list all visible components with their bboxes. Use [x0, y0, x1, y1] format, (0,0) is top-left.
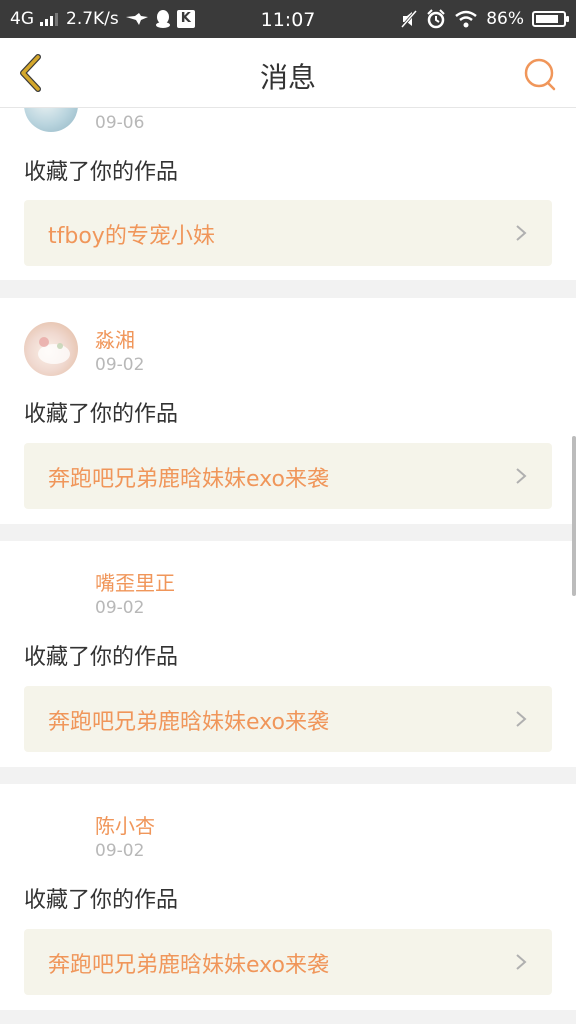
message-user[interactable]: 陈小杏 — [95, 810, 155, 839]
work-link[interactable]: 奔跑吧兄弟鹿晗妹妹exo来袭 — [24, 686, 552, 752]
message-action: 收藏了你的作品 — [24, 160, 179, 185]
message-card: 嘴歪里正 09-02 收藏了你的作品 奔跑吧兄弟鹿晗妹妹exo来袭 — [0, 541, 576, 767]
chevron-right-icon — [516, 225, 527, 241]
message-card: 淼湘 09-02 收藏了你的作品 奔跑吧兄弟鹿晗妹妹exo来袭 — [0, 298, 576, 524]
work-link[interactable]: tfboy的专宠小妹 — [24, 200, 552, 266]
battery-percent: 86% — [486, 9, 524, 29]
chevron-right-icon — [516, 711, 527, 727]
wifi-icon — [455, 10, 477, 28]
avatar-image — [38, 337, 70, 364]
work-title: 奔跑吧兄弟鹿晗妹妹exo来袭 — [48, 710, 329, 735]
message-date: 09-06 — [95, 113, 145, 133]
message-action: 收藏了你的作品 — [24, 402, 179, 427]
message-date: 09-02 — [95, 598, 145, 618]
message-list[interactable]: 09-06 收藏了你的作品 tfboy的专宠小妹 淼湘 09-02 收藏了你的作… — [0, 108, 576, 1024]
work-link[interactable]: 奔跑吧兄弟鹿晗妹妹exo来袭 — [24, 443, 552, 509]
chevron-right-icon — [516, 468, 527, 484]
mute-icon — [401, 10, 418, 28]
status-right: 86% — [400, 9, 569, 29]
alarm-icon — [427, 9, 445, 29]
message-user[interactable]: 淼湘 — [95, 324, 135, 353]
battery-icon — [532, 11, 569, 27]
nav-bar: 消息 — [0, 38, 576, 108]
message-action: 收藏了你的作品 — [24, 645, 179, 670]
message-card: 陈小杏 09-02 收藏了你的作品 奔跑吧兄弟鹿晗妹妹exo来袭 — [0, 784, 576, 1010]
work-title: 奔跑吧兄弟鹿晗妹妹exo来袭 — [48, 467, 329, 492]
message-user[interactable]: 嘴歪里正 — [95, 567, 175, 596]
page-title: 消息 — [259, 61, 316, 94]
avatar[interactable] — [24, 322, 78, 376]
work-link[interactable]: 奔跑吧兄弟鹿晗妹妹exo来袭 — [24, 929, 552, 995]
message-date: 09-02 — [95, 355, 145, 375]
work-title: 奔跑吧兄弟鹿晗妹妹exo来袭 — [48, 953, 329, 978]
message-date: 09-02 — [95, 841, 145, 861]
scrollbar[interactable] — [572, 436, 576, 596]
search-icon[interactable] — [522, 56, 558, 92]
message-action: 收藏了你的作品 — [24, 888, 179, 913]
message-card: 09-06 收藏了你的作品 tfboy的专宠小妹 — [0, 108, 576, 280]
chevron-right-icon — [516, 954, 527, 970]
work-title: tfboy的专宠小妹 — [48, 224, 215, 249]
status-bar: 4G 2.7K/s K 11:07 86% — [0, 0, 576, 38]
avatar[interactable] — [24, 108, 78, 132]
